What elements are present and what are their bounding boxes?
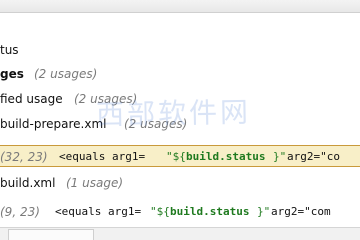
selected-usage-row[interactable]: (32, 23) <equals arg1= "${ build.status …: [0, 145, 360, 167]
tree-row-usages[interactable]: ges (2 usages): [0, 63, 360, 85]
build-xml-count: (1 usage): [66, 176, 124, 190]
tree-row-build-prepare[interactable]: build-prepare.xml (2 usages): [0, 113, 360, 135]
build-xml-coords: (9, 23): [0, 205, 40, 219]
build-prepare-count: (2 usages): [124, 117, 188, 131]
bottom-tab[interactable]: [8, 229, 94, 240]
build-xml-code-prefix: <equals arg1=: [55, 205, 142, 218]
usage-row-build-xml-line-9[interactable]: (9, 23) <equals arg1= "${ build.status }…: [0, 201, 360, 223]
top-toolbar-strip: [0, 0, 360, 13]
status-label: tus: [0, 43, 19, 57]
selected-code-prefix: <equals arg1=: [59, 150, 146, 163]
tree-row-unclassified-usage[interactable]: fied usage (2 usages): [0, 88, 360, 110]
unclassified-usage-label: fied usage: [0, 92, 63, 106]
build-xml-value-open: "${: [150, 205, 170, 218]
tree-row-status[interactable]: tus: [0, 39, 360, 61]
build-xml-file-label: build.xml: [0, 176, 56, 190]
usage-results-panel: tus ges (2 usages) fied usage (2 usages)…: [0, 0, 360, 240]
unclassified-usage-count: (2 usages): [74, 92, 138, 106]
build-prepare-file-label: build-prepare.xml: [0, 117, 107, 131]
selected-build-status: build.status: [186, 150, 266, 163]
build-xml-value-close: }": [257, 205, 271, 218]
selected-value-close: }": [273, 150, 287, 163]
usages-label: ges: [0, 67, 24, 81]
build-xml-code-suffix: arg2="com: [271, 205, 331, 218]
build-xml-build-status: build.status: [170, 205, 250, 218]
usages-count: (2 usages): [34, 67, 98, 81]
selected-value-open: "${: [166, 150, 186, 163]
selected-code-suffix: arg2="co: [287, 150, 340, 163]
tree-row-build-xml[interactable]: build.xml (1 usage): [0, 172, 360, 194]
selected-coords: (32, 23): [0, 150, 48, 164]
